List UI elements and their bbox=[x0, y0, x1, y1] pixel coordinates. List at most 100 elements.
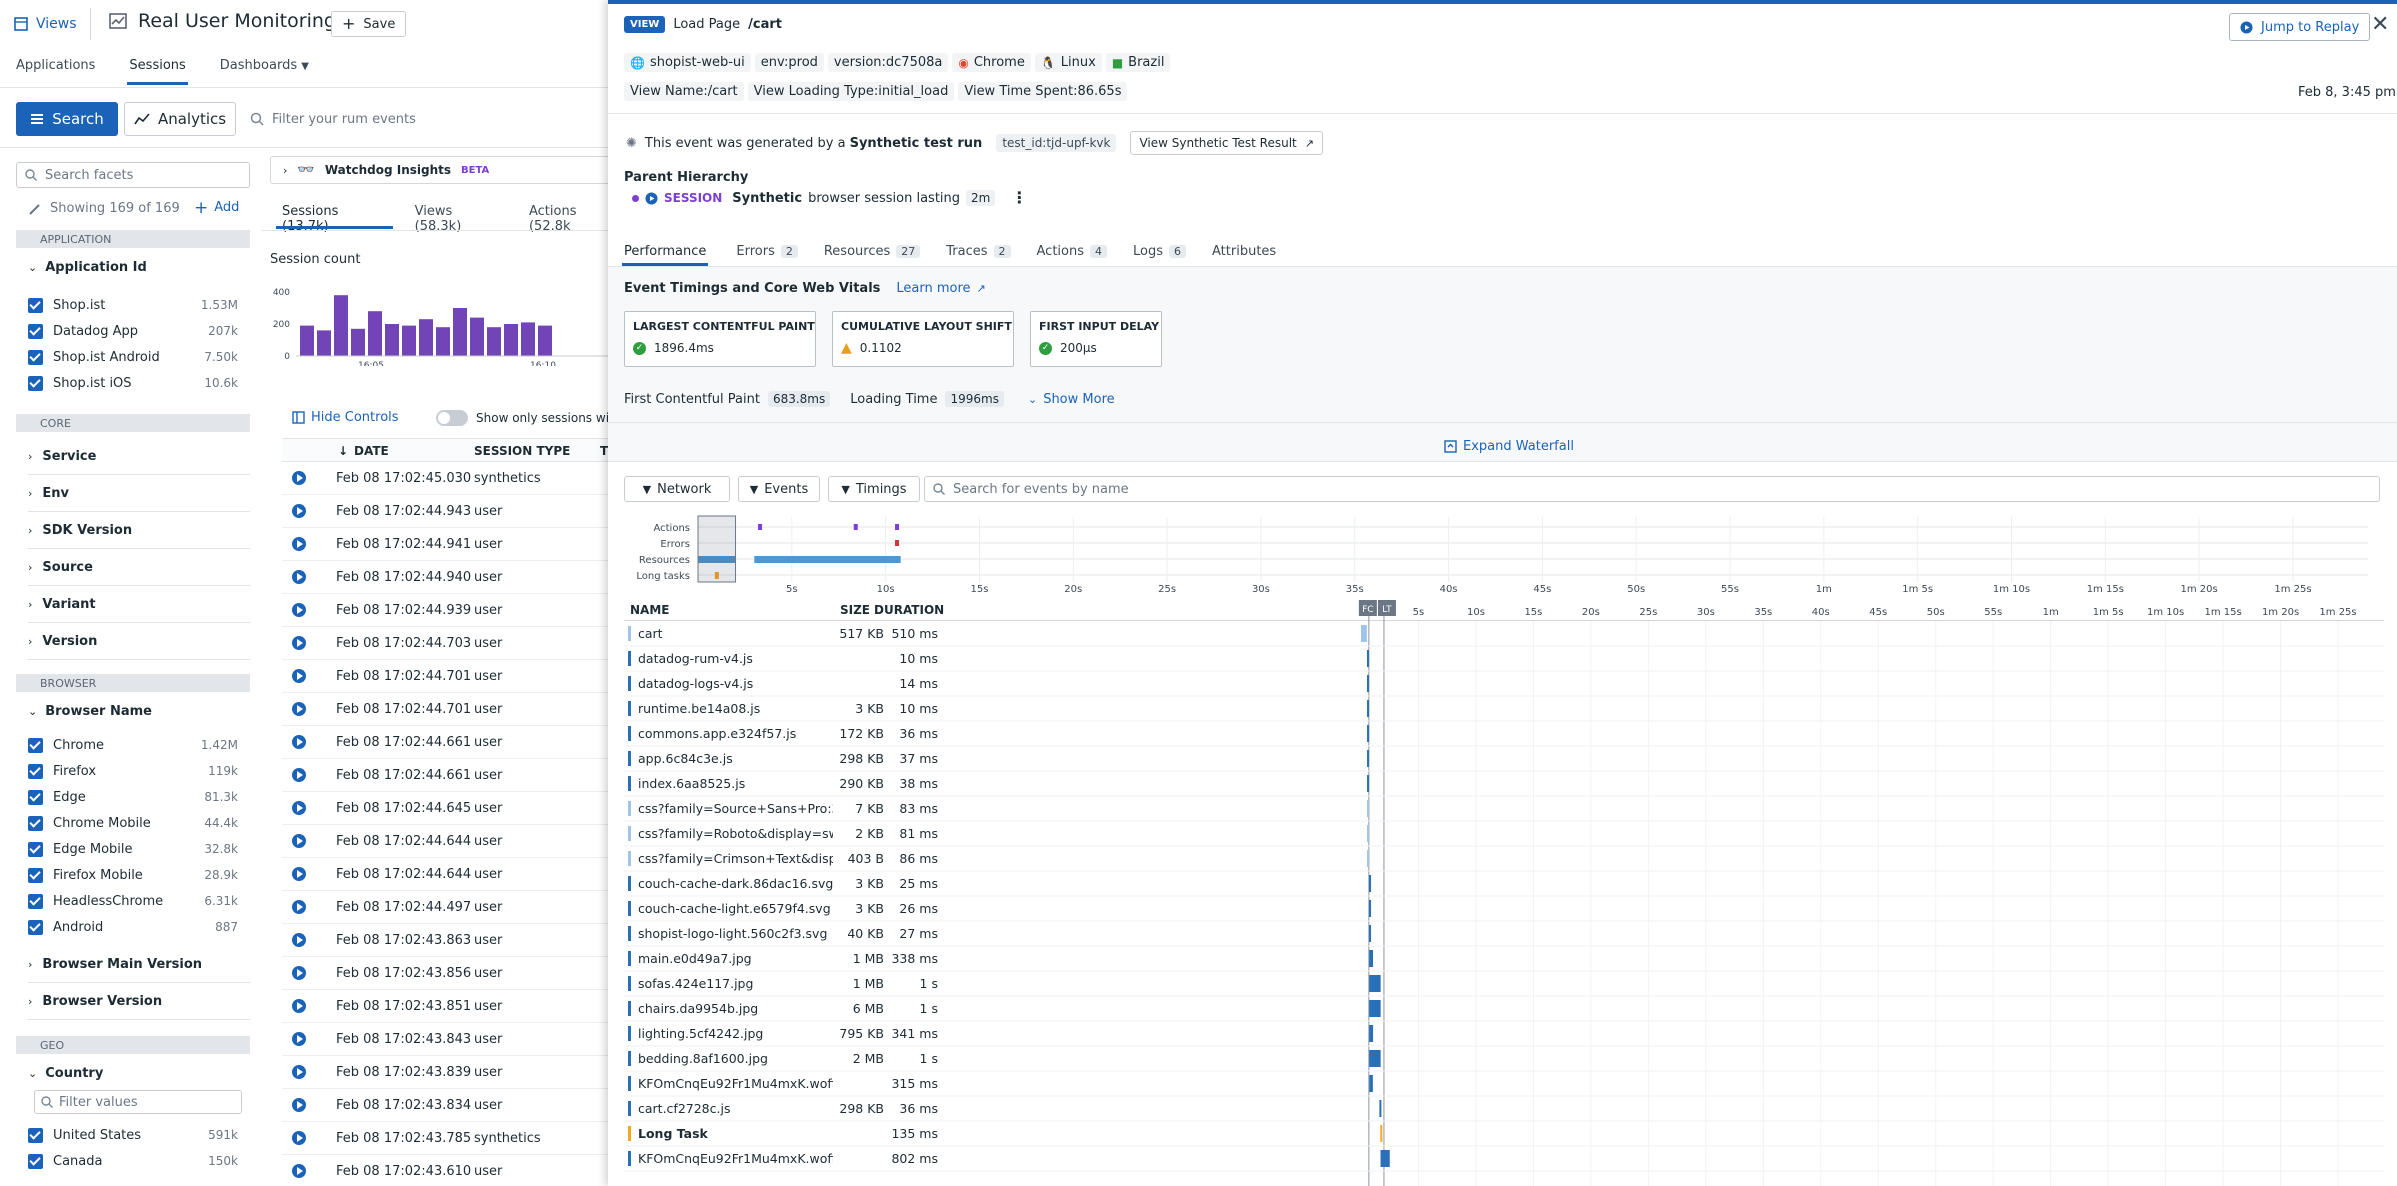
hide-controls-button[interactable]: Hide Controls bbox=[292, 410, 399, 425]
table-row[interactable]: Feb 08 17:02:44.661 user bbox=[282, 726, 620, 759]
waterfall-row[interactable]: bedding.8af1600.jpg 2 MB 1 s bbox=[624, 1046, 1364, 1071]
table-row[interactable]: Feb 08 17:02:44.644 user bbox=[282, 825, 620, 858]
event-tag[interactable]: 🌐 shopist-web-ui bbox=[624, 53, 751, 72]
facet-value[interactable]: Android 887 bbox=[28, 914, 238, 936]
country-filter-input[interactable]: Filter values bbox=[34, 1090, 242, 1114]
waterfall-row[interactable]: runtime.be14a08.js 3 KB 10 ms bbox=[624, 696, 1364, 721]
waterfall-row[interactable]: css?family=Roboto&display=swap 2 KB 81 ms bbox=[624, 821, 1364, 846]
table-row[interactable]: Feb 08 17:02:44.701 user bbox=[282, 693, 620, 726]
facet-collapsed[interactable]: › Source bbox=[28, 549, 250, 586]
rum-search-input[interactable]: Filter your rum events bbox=[250, 102, 620, 136]
facet-collapsed[interactable]: › Browser Version bbox=[28, 983, 250, 1020]
tab-sessions[interactable]: Sessions bbox=[127, 58, 188, 85]
event-tag[interactable]: 🐧 Linux bbox=[1034, 53, 1102, 72]
panel-tab[interactable]: Errors 2 bbox=[736, 236, 798, 266]
waterfall-row[interactable]: css?family=Crimson+Text&display=swap403 … bbox=[624, 846, 1364, 871]
analytics-button[interactable]: Analytics bbox=[124, 102, 236, 136]
facet-collapsed[interactable]: › Browser Main Version bbox=[28, 946, 250, 983]
play-circle-icon[interactable] bbox=[292, 999, 306, 1013]
waterfall-row[interactable]: cart 517 KB 510 ms bbox=[624, 621, 1364, 646]
event-search-input[interactable]: Search for events by name bbox=[924, 476, 2380, 502]
table-row[interactable]: Feb 08 17:02:43.785 synthetics bbox=[282, 1122, 620, 1155]
table-row[interactable]: Feb 08 17:02:44.497 user bbox=[282, 891, 620, 924]
checkbox[interactable] bbox=[28, 919, 43, 935]
play-circle-icon[interactable] bbox=[292, 1098, 306, 1112]
facet-collapsed[interactable]: › Env bbox=[28, 475, 250, 512]
waterfall-row[interactable]: lighting.5cf4242.jpg 795 KB 341 ms bbox=[624, 1021, 1364, 1046]
parent-session[interactable]: SESSION Synthetic browser session lastin… bbox=[632, 190, 1027, 206]
checkbox[interactable] bbox=[28, 737, 43, 753]
close-icon[interactable]: ✕ bbox=[2371, 12, 2389, 37]
event-tag[interactable]: env:prod bbox=[754, 53, 824, 72]
facet-country[interactable]: ⌄ Country bbox=[28, 1066, 103, 1081]
table-row[interactable]: Feb 08 17:02:45.030 synthetics bbox=[282, 462, 620, 495]
table-row[interactable]: Feb 08 17:02:43.856 user bbox=[282, 957, 620, 990]
facet-collapsed[interactable]: › Service bbox=[28, 438, 250, 475]
panel-tab[interactable]: Performance bbox=[622, 236, 709, 266]
waterfall-row[interactable]: datadog-logs-v4.js 14 ms bbox=[624, 671, 1364, 696]
play-circle-icon[interactable] bbox=[292, 1065, 306, 1079]
play-circle-icon[interactable] bbox=[292, 933, 306, 947]
play-circle-icon[interactable] bbox=[292, 735, 306, 749]
table-row[interactable]: Feb 08 17:02:44.661 user bbox=[282, 759, 620, 792]
waterfall-row[interactable]: KFOmCnqEu92Fr1Mu4mxK.woff2 802 ms bbox=[624, 1146, 1364, 1171]
play-circle-icon[interactable] bbox=[292, 1032, 306, 1046]
play-circle-icon[interactable] bbox=[292, 702, 306, 716]
sessions-toggle[interactable] bbox=[436, 410, 468, 426]
table-row[interactable]: Feb 08 17:02:44.941 user bbox=[282, 528, 620, 561]
event-tag[interactable]: version:dc7508a bbox=[827, 53, 949, 72]
play-circle-icon[interactable] bbox=[292, 801, 306, 815]
waterfall-row[interactable]: couch-cache-dark.86dac16.svg 3 KB 25 ms bbox=[624, 871, 1364, 896]
play-circle-icon[interactable] bbox=[292, 537, 306, 551]
waterfall-row[interactable]: shopist-logo-light.560c2f3.svg 40 KB 27 ms bbox=[624, 921, 1364, 946]
facet-value[interactable]: Shop.ist iOS 10.6k bbox=[28, 370, 238, 396]
facet-value[interactable]: Canada 150k bbox=[28, 1148, 238, 1174]
checkbox[interactable] bbox=[28, 323, 43, 339]
sort-arrow-icon[interactable]: ↓ bbox=[338, 444, 348, 458]
checkbox[interactable] bbox=[28, 763, 43, 779]
table-row[interactable]: Feb 08 17:02:44.703 user bbox=[282, 627, 620, 660]
view-synthetic-result-button[interactable]: View Synthetic Test Result ↗ bbox=[1130, 131, 1323, 155]
play-circle-icon[interactable] bbox=[292, 768, 306, 782]
panel-tab[interactable]: Logs 6 bbox=[1133, 236, 1187, 266]
event-tag[interactable]: ◉ Chrome bbox=[952, 53, 1031, 72]
facet-value[interactable]: United States 591k bbox=[28, 1122, 238, 1148]
event-attribute[interactable]: View Name:/cart bbox=[624, 82, 744, 101]
jump-to-replay-button[interactable]: Jump to Replay bbox=[2229, 13, 2371, 41]
facet-application-id[interactable]: ⌄ Application Id bbox=[28, 260, 147, 275]
facet-collapsed[interactable]: › SDK Version bbox=[28, 512, 250, 549]
play-circle-icon[interactable] bbox=[292, 1164, 306, 1178]
table-row[interactable]: Feb 08 17:02:44.701 user bbox=[282, 660, 620, 693]
event-tag[interactable]: ■ Brazil bbox=[1105, 53, 1171, 72]
play-circle-icon[interactable] bbox=[292, 603, 306, 617]
tab-dashboards[interactable]: Dashboards ▼ bbox=[220, 58, 309, 73]
waterfall-row[interactable]: commons.app.e324f57.js 172 KB 36 ms bbox=[624, 721, 1364, 746]
table-row[interactable]: Feb 08 17:02:43.839 user bbox=[282, 1056, 620, 1089]
facet-value[interactable]: HeadlessChrome 6.31k bbox=[28, 888, 238, 914]
waterfall-row[interactable]: index.6aa8525.js 290 KB 38 ms bbox=[624, 771, 1364, 796]
table-row[interactable]: Feb 08 17:02:44.940 user bbox=[282, 561, 620, 594]
facet-value[interactable]: Firefox 119k bbox=[28, 758, 238, 784]
play-circle-icon[interactable] bbox=[292, 867, 306, 881]
play-circle-icon[interactable] bbox=[292, 1131, 306, 1145]
waterfall-overview[interactable]: Actions Errors Resources Long tasks 5s 10s 15s… bbox=[624, 512, 2384, 592]
checkbox[interactable] bbox=[28, 893, 43, 909]
event-attribute[interactable]: View Loading Type:initial_load bbox=[747, 82, 955, 101]
column-date[interactable]: DATE bbox=[354, 444, 389, 458]
play-circle-icon[interactable] bbox=[292, 669, 306, 683]
panel-tab[interactable]: Actions 4 bbox=[1037, 236, 1108, 266]
facet-value[interactable]: Chrome 1.42M bbox=[28, 732, 238, 758]
checkbox[interactable] bbox=[28, 1127, 43, 1143]
checkbox[interactable] bbox=[28, 297, 43, 313]
facet-search-input[interactable]: Search facets bbox=[16, 162, 250, 188]
table-row[interactable]: Feb 08 17:02:43.851 user bbox=[282, 990, 620, 1023]
checkbox[interactable] bbox=[28, 375, 43, 391]
watchdog-insights-bar[interactable]: › 👓 Watchdog Insights BETA bbox=[270, 156, 620, 184]
table-row[interactable]: Feb 08 17:02:43.834 user bbox=[282, 1089, 620, 1122]
table-row[interactable]: Feb 08 17:02:44.644 user bbox=[282, 858, 620, 891]
test-id-tag[interactable]: test_id:tjd-upf-kvk bbox=[996, 134, 1117, 152]
waterfall-row[interactable]: sofas.424e117.jpg 1 MB 1 s bbox=[624, 971, 1364, 996]
play-circle-icon[interactable] bbox=[292, 834, 306, 848]
waterfall-row[interactable]: KFOmCnqEu92Fr1Mu4mxK.woff2 315 ms bbox=[624, 1071, 1364, 1096]
checkbox[interactable] bbox=[28, 349, 43, 365]
